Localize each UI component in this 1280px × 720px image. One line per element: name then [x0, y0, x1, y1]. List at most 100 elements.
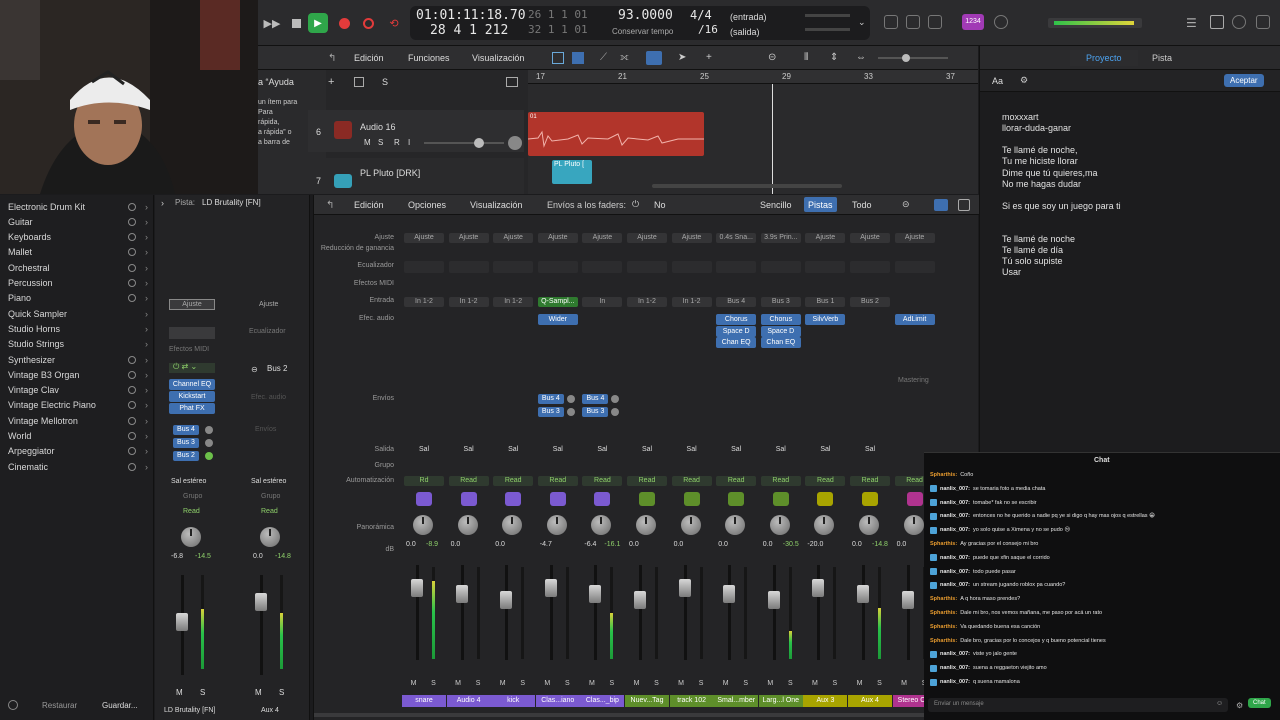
send-knob[interactable] — [205, 452, 213, 460]
lcd-display[interactable]: 01:01:11:18.70 28 4 1 212 26 1 1 01 32 1… — [410, 6, 870, 40]
chevron-right-icon[interactable]: › — [145, 324, 148, 334]
metronome-icon[interactable] — [994, 15, 1008, 29]
library-item[interactable]: Cinematic › — [8, 459, 148, 474]
mute-button[interactable]: M — [809, 679, 820, 689]
add-circle-icon[interactable] — [128, 263, 136, 272]
snap-icon[interactable]: ⊝ — [768, 52, 776, 63]
volume-value[interactable]: -20.0 — [807, 541, 823, 548]
library-item[interactable]: Keyboards › — [8, 230, 148, 245]
duplicate-track-icon[interactable] — [354, 77, 364, 87]
input-button[interactable]: Bus 2 — [850, 297, 890, 307]
capture-record-button[interactable] — [358, 13, 378, 33]
add-circle-icon[interactable] — [128, 447, 136, 456]
add-circle-icon[interactable] — [128, 355, 136, 364]
vertical-zoom-icon[interactable]: ⇕ — [830, 52, 838, 63]
output-button[interactable]: Sal — [716, 445, 756, 455]
plugin-slot[interactable]: Channel EQ — [169, 379, 215, 390]
chat-username[interactable]: nanlix_007: — [940, 665, 970, 671]
input-button[interactable]: In 1-2 — [627, 297, 667, 307]
chat-username[interactable]: nanlix_007: — [940, 569, 970, 575]
s-global-button[interactable]: S — [382, 77, 388, 87]
emoji-icon[interactable]: ☺ — [1216, 700, 1223, 707]
channel-name[interactable]: track 102 — [669, 695, 714, 707]
volume-fader[interactable] — [723, 585, 736, 603]
solo-button[interactable]: S — [200, 688, 205, 697]
setting-button[interactable]: 0.4s Sna... — [716, 233, 757, 243]
volume-value[interactable]: 0.0 — [495, 541, 505, 548]
send-slot[interactable]: Bus 4 — [537, 394, 564, 404]
chevron-down-icon[interactable]: ⌄ — [858, 17, 866, 28]
solo-button[interactable]: S — [279, 688, 284, 697]
eq-display[interactable] — [582, 261, 623, 273]
pan-knob[interactable] — [413, 515, 433, 535]
library-item[interactable]: Synthesizer › — [8, 352, 148, 367]
inspector-midi-fx[interactable]: Efectos MIDI — [169, 346, 209, 353]
eq-display[interactable] — [627, 261, 667, 273]
plugin-slot[interactable]: Chorus — [760, 314, 801, 325]
track-name[interactable]: PL Pluto [DRK] — [360, 168, 420, 178]
add-circle-icon[interactable] — [128, 279, 136, 287]
setting-button[interactable]: Ajuste — [448, 233, 489, 243]
solo-button[interactable]: S — [606, 679, 617, 689]
track-pan-knob[interactable] — [508, 136, 522, 150]
volume-fader[interactable] — [812, 579, 825, 597]
fast-forward-button[interactable]: ▶▶ — [262, 13, 282, 33]
pan-knob[interactable] — [859, 515, 879, 535]
volume-fader[interactable] — [411, 579, 423, 597]
mixer-menu-visualizacion[interactable]: Visualización — [470, 200, 522, 210]
mute-button[interactable]: M — [497, 679, 508, 689]
chat-username[interactable]: nanlix_007: — [940, 513, 970, 519]
play-button[interactable]: ▶ — [308, 13, 328, 33]
mute-button[interactable]: M — [854, 679, 865, 689]
ruler[interactable]: 17 21 25 29 33 37 — [528, 70, 978, 84]
disclosure-icon[interactable]: › — [161, 198, 164, 208]
chat-username[interactable]: Spharthis: — [930, 638, 957, 644]
volume-fader[interactable] — [857, 585, 869, 603]
eq-display[interactable] — [537, 261, 578, 273]
link-icon[interactable]: ⊖ — [251, 365, 258, 374]
add-circle-icon[interactable] — [128, 386, 136, 395]
eq-display[interactable] — [404, 261, 444, 273]
pan-knob[interactable] — [502, 515, 523, 535]
chevron-right-icon[interactable]: › — [145, 232, 148, 242]
plugin-slot[interactable]: Chan EQ — [716, 337, 757, 348]
setting-button[interactable]: Ajuste — [627, 233, 667, 243]
solo-button[interactable]: S — [651, 679, 662, 689]
flex-icon[interactable]: ⟗ — [620, 52, 629, 63]
output-button[interactable]: Sal — [538, 445, 578, 455]
mixer-menu-opciones[interactable]: Opciones — [408, 200, 446, 210]
chevron-right-icon[interactable]: › — [145, 278, 148, 288]
settings-icon[interactable] — [8, 700, 18, 710]
chat-username[interactable]: Spharthis: — [930, 624, 957, 630]
inspector-eq-display[interactable] — [169, 327, 215, 339]
track-record-button[interactable]: R — [394, 138, 400, 147]
solo-button[interactable]: S — [785, 679, 796, 689]
input-button[interactable]: In 1-2 — [404, 297, 444, 307]
send-knob[interactable] — [205, 426, 213, 434]
add-circle-icon[interactable] — [128, 248, 136, 257]
chat-username[interactable]: nanlix_007: — [940, 582, 970, 588]
automation-read[interactable]: Read — [537, 476, 578, 486]
solo-button[interactable]: S — [517, 679, 528, 689]
solo-button[interactable]: S — [740, 679, 751, 689]
global-tracks-icon[interactable] — [506, 77, 518, 87]
solo-button[interactable]: S — [874, 679, 885, 689]
input-button[interactable]: Q-Sampl... — [537, 297, 578, 307]
wide-view-icon[interactable] — [934, 199, 948, 211]
library-item[interactable]: Vintage B3 Organ › — [8, 367, 148, 382]
chat-username[interactable]: nanlix_007: — [940, 500, 970, 506]
track-header-audio16[interactable]: 6 Audio 16 M S R I — [308, 110, 524, 152]
chat-username[interactable]: nanlix_007: — [940, 555, 970, 561]
solo-button[interactable]: S — [829, 679, 840, 689]
output-button[interactable]: Sal — [761, 445, 801, 455]
chevron-right-icon[interactable]: › — [145, 217, 148, 227]
setting-button[interactable]: Ajuste — [671, 233, 712, 243]
power-icon[interactable]: ⏻ — [632, 199, 639, 210]
count-in-icon[interactable] — [928, 15, 942, 29]
channel-name[interactable]: Larg...l One — [758, 695, 803, 707]
menu-visualizacion[interactable]: Visualización — [472, 53, 524, 63]
narrow-view-icon[interactable] — [958, 199, 970, 211]
add-circle-icon[interactable] — [128, 202, 136, 211]
send-slot[interactable]: Bus 4 — [582, 394, 609, 404]
channel-name[interactable]: Audio 4 — [446, 695, 491, 707]
